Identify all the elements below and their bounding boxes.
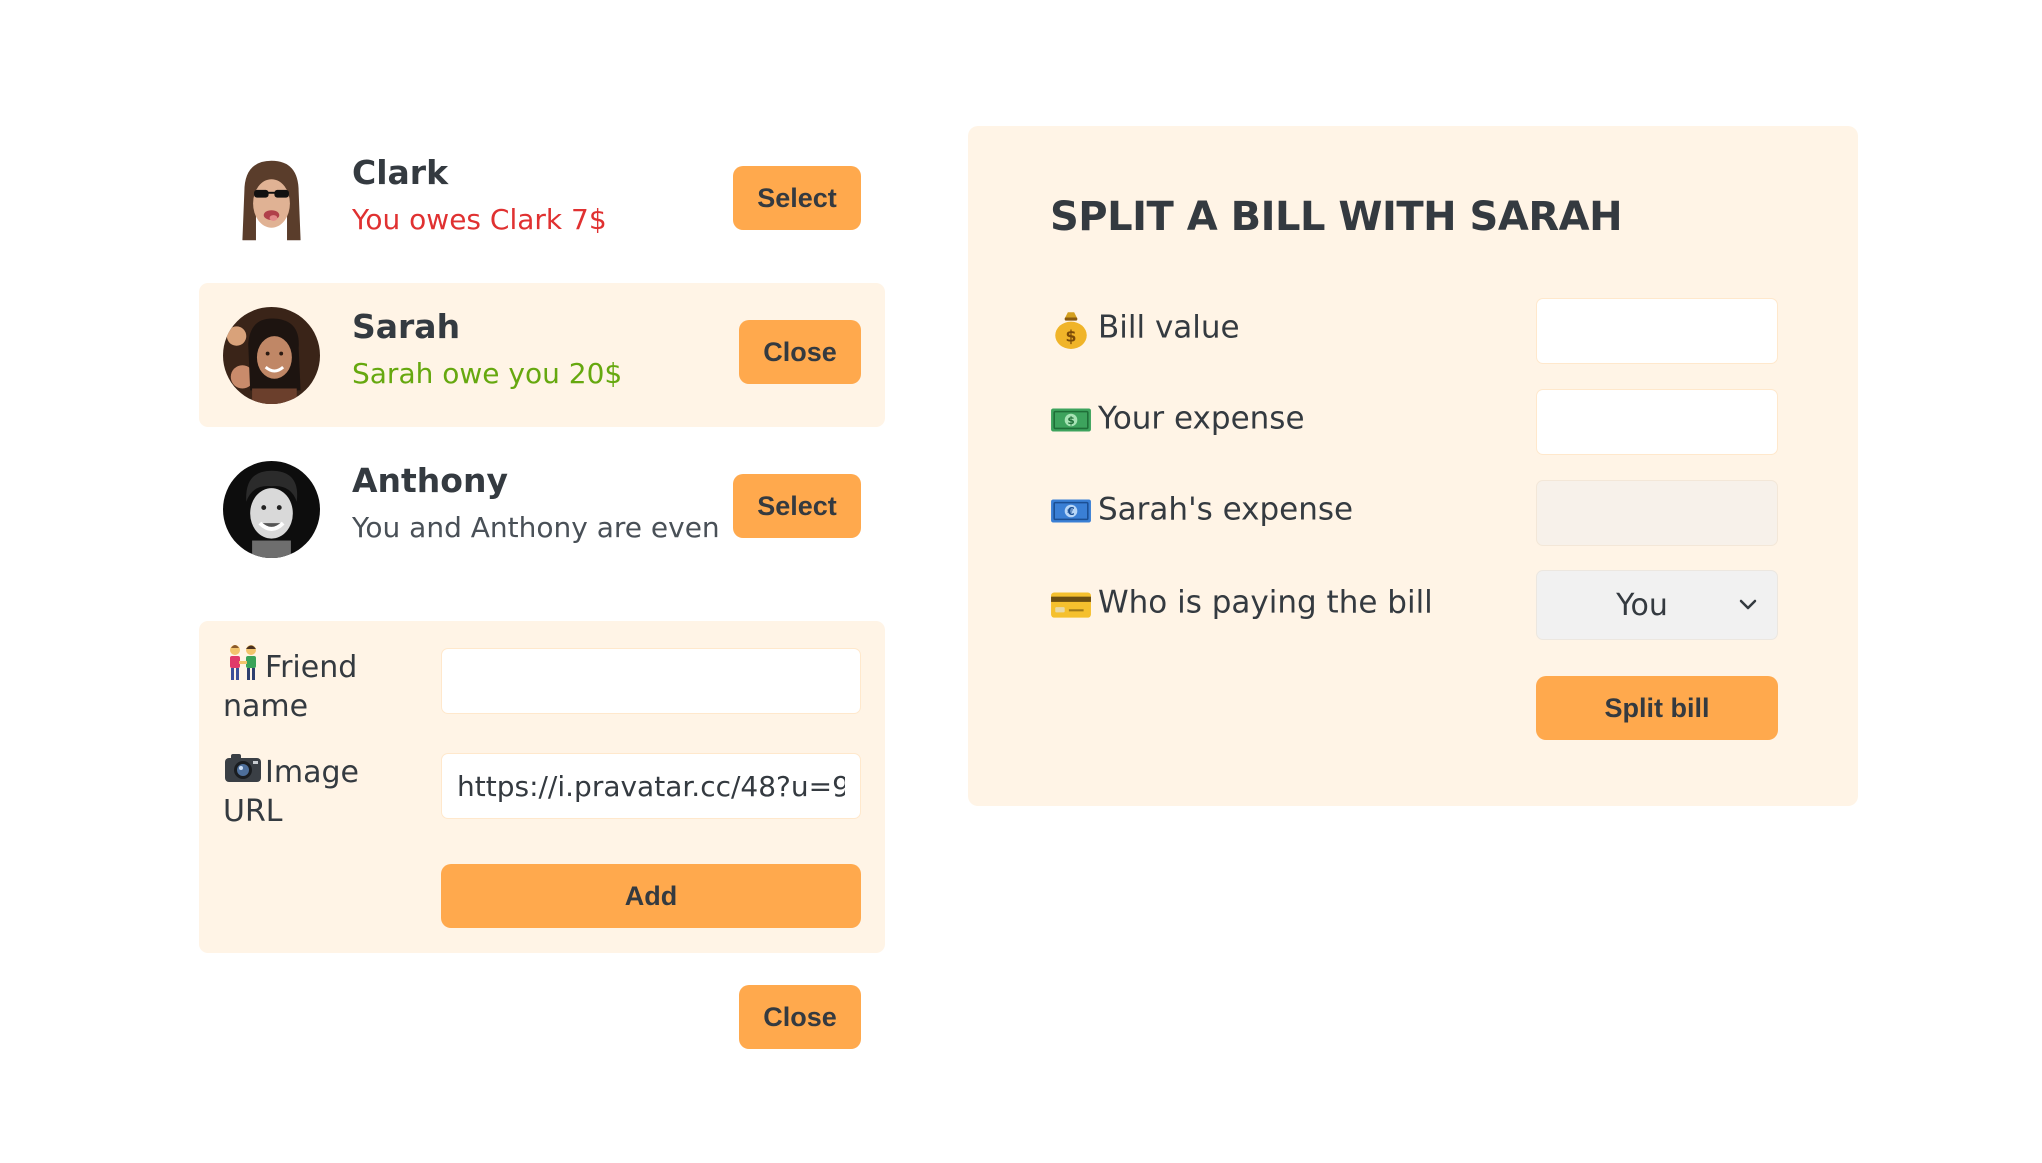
svg-text:$: $: [1066, 327, 1077, 346]
friend-name: Anthony: [352, 461, 508, 500]
avatar: [223, 461, 320, 558]
friend-name: Clark: [352, 153, 449, 192]
svg-text:€: €: [1066, 506, 1074, 518]
bill-value-label: $ Bill value: [1050, 308, 1240, 350]
select-friend-button[interactable]: Select: [733, 166, 861, 230]
svg-text:$: $: [1067, 415, 1074, 427]
bill-value-label-text: Bill value: [1098, 309, 1240, 346]
friend-name: Sarah: [352, 307, 461, 346]
image-url-input[interactable]: [441, 753, 861, 819]
friend-expense-label: € Sarah's expense: [1050, 490, 1353, 532]
payer-select-value: You: [1616, 587, 1668, 623]
select-friend-button[interactable]: Select: [733, 474, 861, 538]
avatar: [223, 307, 320, 404]
split-bill-form: SPLIT A BILL WITH SARAH $ Bill value $ Y…: [968, 126, 1858, 806]
split-bill-title: SPLIT A BILL WITH SARAH: [1050, 194, 1623, 240]
friend-balance-status: You and Anthony are even: [352, 511, 720, 544]
credit-card-emoji-icon: [1050, 583, 1092, 625]
split-bill-button[interactable]: Split bill: [1536, 676, 1778, 740]
your-expense-input[interactable]: [1536, 389, 1778, 455]
couple-emoji-icon: [223, 643, 263, 683]
camera-emoji-icon: [223, 748, 263, 788]
friend-name-label-line2: name: [223, 689, 309, 724]
image-url-label-line1: Image: [265, 755, 359, 790]
friend-balance-status: Sarah owe you 20$: [352, 357, 623, 390]
friend-balance-status: You owes Clark 7$: [352, 203, 607, 236]
close-add-form-button[interactable]: Close: [739, 985, 861, 1049]
image-url-label-line2: URL: [223, 794, 283, 829]
friend-expense-input: [1536, 480, 1778, 546]
friend-expense-label-text: Sarah's expense: [1098, 491, 1354, 528]
friend-name-label-line1: Friend: [265, 650, 358, 685]
friend-item-anthony: Anthony You and Anthony are even Select: [199, 437, 885, 581]
dollar-banknote-emoji-icon: $: [1050, 399, 1092, 441]
payer-select[interactable]: You: [1536, 570, 1778, 640]
add-friend-button[interactable]: Add: [441, 864, 861, 928]
friend-name-input[interactable]: [441, 648, 861, 714]
money-bag-emoji-icon: $: [1050, 308, 1092, 350]
close-friend-button[interactable]: Close: [739, 320, 861, 384]
your-expense-label: $ Your expense: [1050, 399, 1305, 441]
add-friend-form: Friend name Image URL Add: [199, 621, 885, 953]
friend-name-label: Friend name: [223, 643, 423, 726]
bill-value-input[interactable]: [1536, 298, 1778, 364]
image-url-label: Image URL: [223, 748, 423, 831]
avatar: [223, 153, 320, 250]
your-expense-label-text: Your expense: [1098, 400, 1305, 437]
friends-sidebar: Clark You owes Clark 7$ Select Sarah Sar…: [199, 129, 885, 581]
payer-label-text: Who is paying the bill: [1098, 584, 1433, 621]
app: Clark You owes Clark 7$ Select Sarah Sar…: [0, 0, 2042, 1163]
friend-item-clark: Clark You owes Clark 7$ Select: [199, 129, 885, 273]
payer-label: Who is paying the bill: [1050, 583, 1433, 625]
euro-banknote-emoji-icon: €: [1050, 490, 1092, 532]
friend-item-sarah: Sarah Sarah owe you 20$ Close: [199, 283, 885, 427]
friends-list: Clark You owes Clark 7$ Select Sarah Sar…: [199, 129, 885, 581]
chevron-down-icon: [1739, 599, 1757, 610]
